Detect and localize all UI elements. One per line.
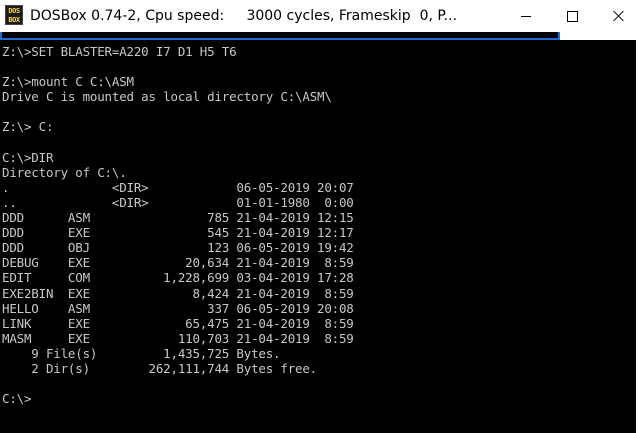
console-line: DDD EXE 545 21-04-2019 12:17 <box>2 225 354 241</box>
window-title: DOSBox 0.74-2, Cpu speed: 3000 cycles, F… <box>30 8 458 24</box>
console-line: 2 Dir(s) 262,111,744 Bytes free. <box>2 360 318 376</box>
close-button[interactable] <box>596 0 642 32</box>
console-line: LINK EXE 65,475 21-04-2019 8:59 <box>2 315 354 331</box>
console-line: HELLO ASM 337 06-05-2019 20:08 <box>2 300 354 316</box>
console-line: MASM EXE 110,703 21-04-2019 8:59 <box>2 330 354 346</box>
title-bar[interactable]: DOS BOX DOSBox 0.74-2, Cpu speed: 3000 c… <box>0 0 642 32</box>
dosbox-window: DOS BOX DOSBox 0.74-2, Cpu speed: 3000 c… <box>0 0 642 433</box>
console-line: .. <DIR> 01-01-1980 0:00 <box>2 194 354 210</box>
close-icon <box>613 10 625 22</box>
dosbox-icon[interactable]: DOS BOX <box>5 5 23 25</box>
console-line: DDD ASM 785 21-04-2019 12:15 <box>2 210 354 226</box>
console-line: DEBUG EXE 20,634 21-04-2019 8:59 <box>2 255 354 271</box>
console-line: EXE2BIN EXE 8,424 21-04-2019 8:59 <box>2 285 354 301</box>
console-line: Z:\>SET BLASTER=A220 I7 D1 H5 T6 <box>2 44 237 59</box>
console-line: DDD OBJ 123 06-05-2019 19:42 <box>2 240 354 256</box>
console-line: EDIT COM 1,228,699 03-04-2019 17:28 <box>2 270 354 286</box>
console-line: Drive C is mounted as local directory C:… <box>2 89 332 105</box>
console-line: Z:\> C: <box>2 119 54 135</box>
console-top-frame <box>0 32 560 40</box>
maximize-button[interactable] <box>549 0 595 32</box>
maximize-icon <box>566 10 578 22</box>
minimize-icon <box>521 15 531 17</box>
console-output: Z:\>SET BLASTER=A220 I7 D1 H5 T6 Z:\>moun… <box>0 40 636 406</box>
console-line: 9 File(s) 1,435,725 Bytes. <box>2 345 281 361</box>
minimize-button[interactable] <box>503 0 549 32</box>
dos-console[interactable]: Z:\>SET BLASTER=A220 I7 D1 H5 T6 Z:\>moun… <box>0 40 642 433</box>
console-line: C:\> <box>2 391 32 407</box>
console-line: C:\>DIR <box>2 149 54 165</box>
console-line: . <DIR> 06-05-2019 20:07 <box>2 179 354 195</box>
console-line: Directory of C:\. <box>2 164 127 180</box>
console-line: Z:\>mount C C:\ASM <box>2 74 134 90</box>
